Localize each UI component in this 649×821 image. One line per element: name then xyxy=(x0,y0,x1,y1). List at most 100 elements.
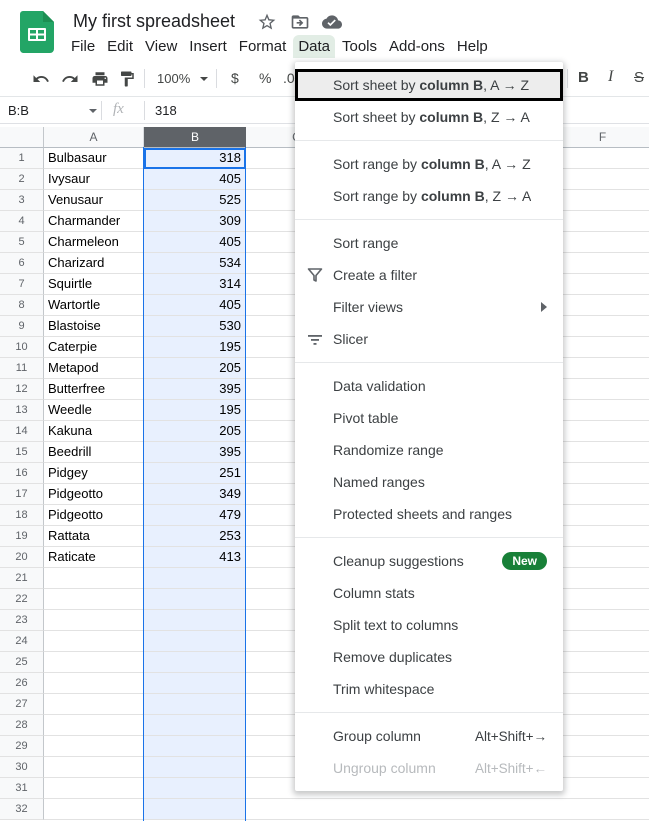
menu-item-filter-views[interactable]: Filter views xyxy=(295,291,563,323)
menubar-item-file[interactable]: File xyxy=(66,35,100,58)
cell-B15[interactable]: 395 xyxy=(144,442,246,463)
cell-A12[interactable]: Butterfree xyxy=(44,379,144,400)
chevron-down-icon[interactable] xyxy=(200,77,208,81)
cell-B4[interactable]: 309 xyxy=(144,211,246,232)
row-header-28[interactable]: 28 xyxy=(0,715,44,736)
row-header-13[interactable]: 13 xyxy=(0,400,44,421)
cell-rest-row-32[interactable] xyxy=(246,799,649,820)
row-header-23[interactable]: 23 xyxy=(0,610,44,631)
row-header-5[interactable]: 5 xyxy=(0,232,44,253)
format-currency-button[interactable]: $ xyxy=(231,70,239,86)
redo-button[interactable] xyxy=(60,69,80,89)
print-button[interactable] xyxy=(90,69,110,89)
formula-input[interactable]: 318 xyxy=(155,103,177,118)
column-header-a[interactable]: A xyxy=(44,127,144,148)
paint-format-button[interactable] xyxy=(117,69,137,89)
menu-item-protected-sheets-and-ranges[interactable]: Protected sheets and ranges xyxy=(295,498,563,530)
cell-A11[interactable]: Metapod xyxy=(44,358,144,379)
row-header-1[interactable]: 1 xyxy=(0,148,44,169)
menubar-item-add-ons[interactable]: Add-ons xyxy=(384,35,450,58)
cell-B12[interactable]: 395 xyxy=(144,379,246,400)
cell-B28[interactable] xyxy=(144,715,246,736)
column-header-b[interactable]: B xyxy=(144,127,246,148)
row-header-22[interactable]: 22 xyxy=(0,589,44,610)
menu-item-randomize-range[interactable]: Randomize range xyxy=(295,434,563,466)
cell-B23[interactable] xyxy=(144,610,246,631)
cell-B20[interactable]: 413 xyxy=(144,547,246,568)
row-header-2[interactable]: 2 xyxy=(0,169,44,190)
cell-A28[interactable] xyxy=(44,715,144,736)
row-header-24[interactable]: 24 xyxy=(0,631,44,652)
row-header-6[interactable]: 6 xyxy=(0,253,44,274)
menu-item-group-column[interactable]: Group columnAlt+Shift+→ xyxy=(295,720,563,752)
cell-A9[interactable]: Blastoise xyxy=(44,316,144,337)
cell-B8[interactable]: 405 xyxy=(144,295,246,316)
menu-item-cleanup-suggestions[interactable]: Cleanup suggestionsNew xyxy=(295,545,563,577)
cell-B7[interactable]: 314 xyxy=(144,274,246,295)
menu-item-ungroup-column[interactable]: Ungroup columnAlt+Shift+← xyxy=(295,752,563,784)
cell-A30[interactable] xyxy=(44,757,144,778)
menu-item-sort-range-by-column-b-a-z[interactable]: Sort range by column B, A → Z xyxy=(295,148,563,180)
cell-A23[interactable] xyxy=(44,610,144,631)
cell-A22[interactable] xyxy=(44,589,144,610)
menubar-item-insert[interactable]: Insert xyxy=(184,35,232,58)
row-header-25[interactable]: 25 xyxy=(0,652,44,673)
cell-A25[interactable] xyxy=(44,652,144,673)
menu-item-sort-sheet-by-column-b-z-a[interactable]: Sort sheet by column B, Z → A xyxy=(295,101,563,133)
cell-A21[interactable] xyxy=(44,568,144,589)
italic-button[interactable]: I xyxy=(608,68,613,86)
cell-B18[interactable]: 479 xyxy=(144,505,246,526)
row-header-26[interactable]: 26 xyxy=(0,673,44,694)
row-header-4[interactable]: 4 xyxy=(0,211,44,232)
cell-A31[interactable] xyxy=(44,778,144,799)
cell-A6[interactable]: Charizard xyxy=(44,253,144,274)
row-header-18[interactable]: 18 xyxy=(0,505,44,526)
menubar-item-data[interactable]: Data xyxy=(293,35,335,58)
cell-A10[interactable]: Caterpie xyxy=(44,337,144,358)
cell-B9[interactable]: 530 xyxy=(144,316,246,337)
cell-A24[interactable] xyxy=(44,631,144,652)
cell-B21[interactable] xyxy=(144,568,246,589)
row-header-32[interactable]: 32 xyxy=(0,799,44,820)
menu-item-trim-whitespace[interactable]: Trim whitespace xyxy=(295,673,563,705)
cell-A1[interactable]: Bulbasaur xyxy=(44,148,144,169)
row-header-16[interactable]: 16 xyxy=(0,463,44,484)
zoom-select[interactable]: 100% xyxy=(157,71,190,86)
row-header-14[interactable]: 14 xyxy=(0,421,44,442)
row-header-7[interactable]: 7 xyxy=(0,274,44,295)
row-header-31[interactable]: 31 xyxy=(0,778,44,799)
name-box[interactable]: B:B xyxy=(8,103,29,118)
cell-A20[interactable]: Raticate xyxy=(44,547,144,568)
cell-A15[interactable]: Beedrill xyxy=(44,442,144,463)
menu-item-sort-sheet-by-column-b-a-z[interactable]: Sort sheet by column B, A → Z xyxy=(295,69,563,101)
row-header-27[interactable]: 27 xyxy=(0,694,44,715)
menu-item-sort-range[interactable]: Sort range xyxy=(295,227,563,259)
cell-B30[interactable] xyxy=(144,757,246,778)
undo-button[interactable] xyxy=(31,69,51,89)
cell-A13[interactable]: Weedle xyxy=(44,400,144,421)
cell-A17[interactable]: Pidgeotto xyxy=(44,484,144,505)
menu-item-data-validation[interactable]: Data validation xyxy=(295,370,563,402)
cell-A18[interactable]: Pidgeotto xyxy=(44,505,144,526)
cell-B27[interactable] xyxy=(144,694,246,715)
cell-B14[interactable]: 205 xyxy=(144,421,246,442)
cell-B11[interactable]: 205 xyxy=(144,358,246,379)
cell-A27[interactable] xyxy=(44,694,144,715)
menu-item-pivot-table[interactable]: Pivot table xyxy=(295,402,563,434)
row-header-21[interactable]: 21 xyxy=(0,568,44,589)
bold-button[interactable]: B xyxy=(578,69,589,86)
cell-A29[interactable] xyxy=(44,736,144,757)
cell-B24[interactable] xyxy=(144,631,246,652)
cell-B29[interactable] xyxy=(144,736,246,757)
row-header-12[interactable]: 12 xyxy=(0,379,44,400)
row-header-30[interactable]: 30 xyxy=(0,757,44,778)
row-header-29[interactable]: 29 xyxy=(0,736,44,757)
cell-A5[interactable]: Charmeleon xyxy=(44,232,144,253)
menu-item-column-stats[interactable]: Column stats xyxy=(295,577,563,609)
row-header-19[interactable]: 19 xyxy=(0,526,44,547)
menu-item-create-a-filter[interactable]: Create a filter xyxy=(295,259,563,291)
row-header-3[interactable]: 3 xyxy=(0,190,44,211)
cell-A32[interactable] xyxy=(44,799,144,820)
row-header-8[interactable]: 8 xyxy=(0,295,44,316)
cell-A4[interactable]: Charmander xyxy=(44,211,144,232)
